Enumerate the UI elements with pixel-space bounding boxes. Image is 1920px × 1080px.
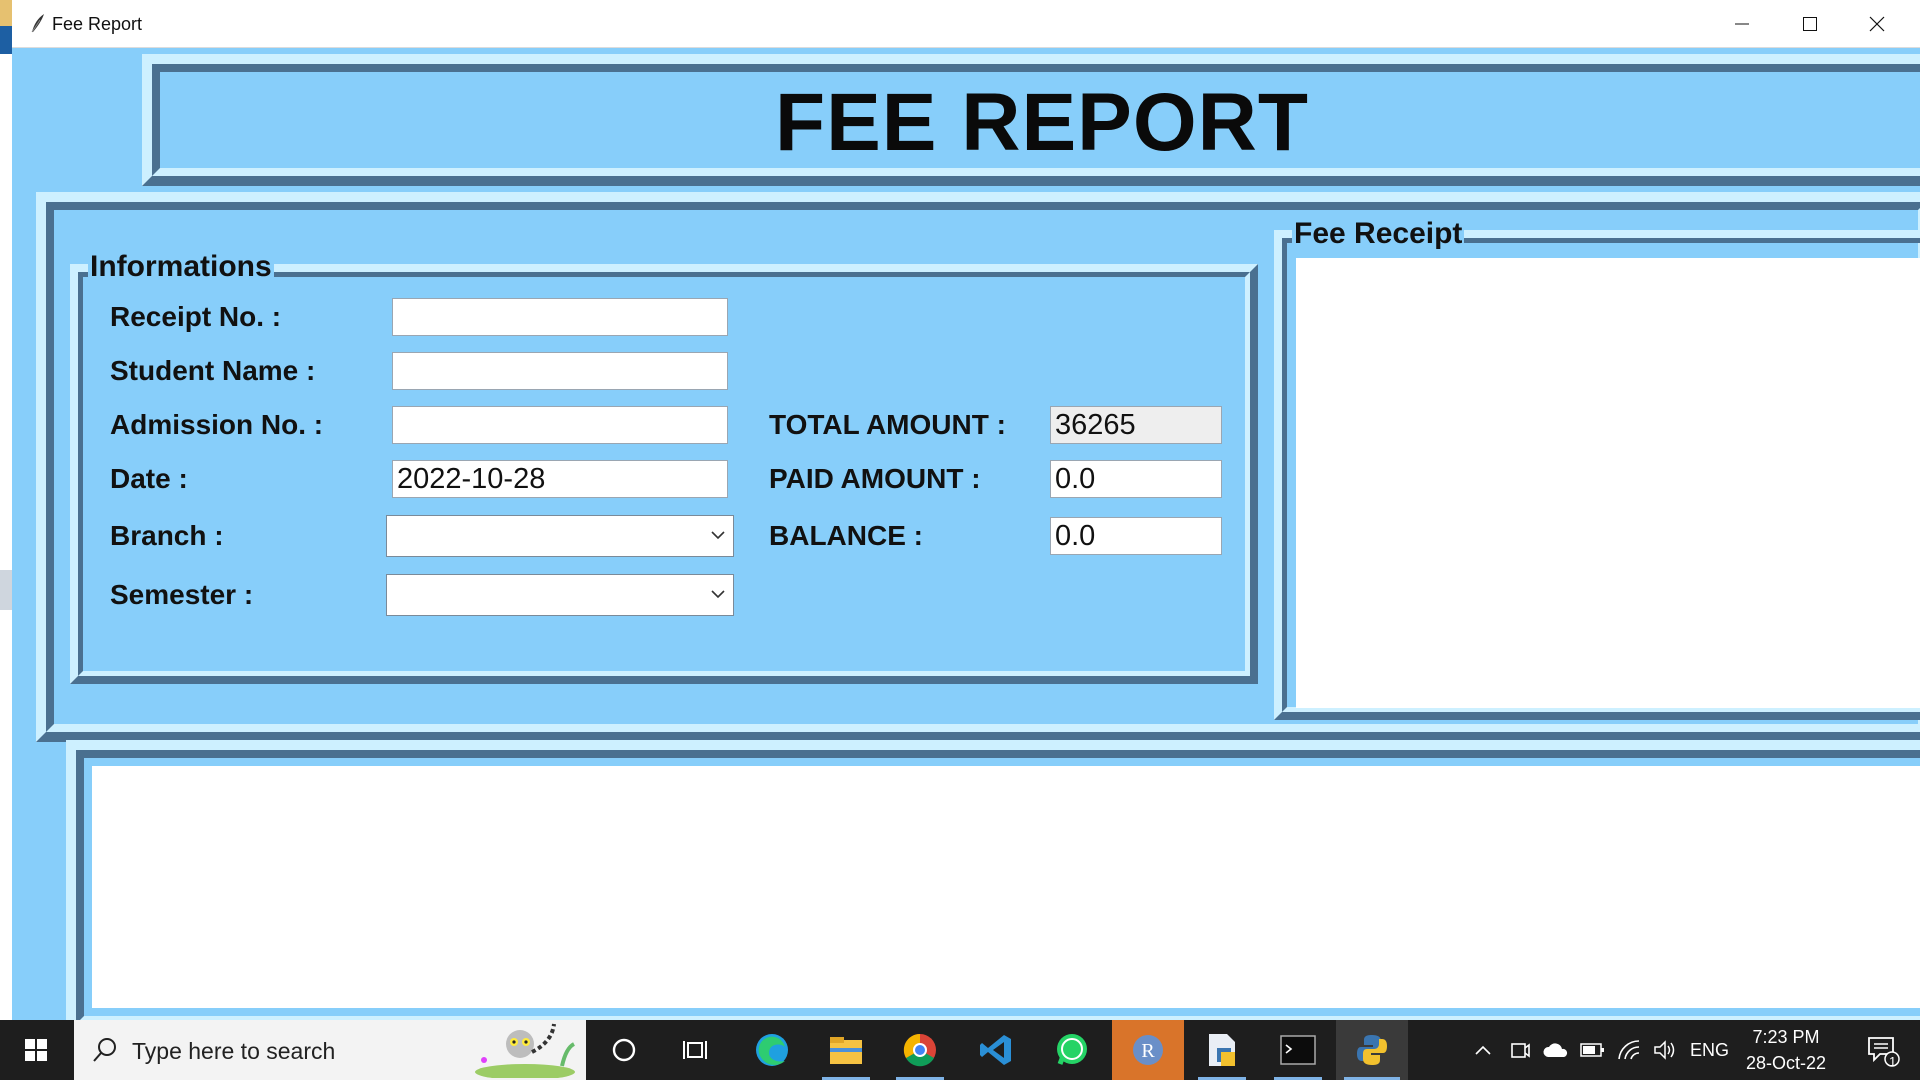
speaker-icon [1654, 1040, 1675, 1060]
onedrive-cloud-icon [1543, 1043, 1568, 1057]
close-icon [1869, 16, 1885, 31]
tk-feather-icon [31, 14, 44, 33]
r-app-taskbar-button[interactable]: R [1112, 1020, 1184, 1080]
maximize-button[interactable] [1777, 0, 1843, 47]
semester-dropdown[interactable] [386, 574, 734, 616]
task-view-button[interactable] [660, 1020, 732, 1080]
start-button[interactable] [0, 1020, 72, 1080]
maximize-icon [1803, 16, 1817, 31]
page-title: FEE REPORT [775, 77, 1309, 168]
fee-receipt-title: Fee Receipt [1292, 217, 1465, 250]
python-file-taskbar-button[interactable] [1186, 1020, 1258, 1080]
fee-receipt-textbox[interactable] [1296, 258, 1920, 708]
battery-button[interactable] [1576, 1020, 1610, 1080]
branch-label: Branch : [110, 520, 224, 551]
title-bar[interactable]: Fee Report [12, 0, 1920, 48]
total-amount-field: 36265 [1050, 406, 1222, 444]
notification-count-badge: 1 [1889, 1054, 1897, 1069]
minimize-icon [1735, 23, 1749, 24]
windows-logo-icon [25, 1039, 47, 1061]
paid-amount-label: PAID AMOUNT : [769, 463, 981, 494]
chrome-taskbar-button[interactable] [884, 1020, 956, 1080]
admission-no-label: Admission No. : [110, 409, 324, 440]
date-label: Date : [110, 463, 188, 494]
paid-amount-input[interactable]: 0.0 [1050, 460, 1222, 498]
cortana-icon [612, 1038, 636, 1062]
close-button[interactable] [1844, 0, 1910, 47]
notifications-button[interactable]: 1 [1856, 1020, 1910, 1080]
edge-taskbar-button[interactable] [736, 1020, 808, 1080]
lemur-illustration-icon [475, 1023, 576, 1078]
chevron-down-icon [711, 590, 725, 599]
chevron-up-icon [1475, 1045, 1491, 1055]
date-input[interactable]: 2022-10-28 [392, 460, 728, 498]
volume-button[interactable] [1648, 1020, 1682, 1080]
svg-text:R: R [1141, 1040, 1155, 1062]
python-icon [1357, 1035, 1387, 1065]
balance-field[interactable]: 0.0 [1050, 517, 1222, 555]
informations-title: Informations [88, 250, 274, 283]
wifi-button[interactable] [1612, 1020, 1646, 1080]
show-hidden-icons-button[interactable] [1468, 1020, 1498, 1080]
records-table-area[interactable] [92, 766, 1920, 1008]
receipt-no-input[interactable] [392, 298, 728, 336]
admission-no-input[interactable] [392, 406, 728, 444]
window-client-area: FEE REPORT Informations Receipt No. : St… [12, 48, 1920, 1020]
semester-label: Semester : [110, 579, 254, 610]
battery-icon [1580, 1043, 1604, 1057]
student-name-input[interactable] [392, 352, 728, 390]
branch-dropdown[interactable] [386, 515, 734, 557]
input-language-indicator[interactable]: ENG [1690, 1040, 1729, 1061]
meet-now-icon [1511, 1043, 1530, 1058]
terminal-icon [1280, 1035, 1316, 1065]
chevron-down-icon [711, 531, 725, 540]
balance-label: BALANCE : [769, 520, 923, 551]
wifi-icon [1618, 1040, 1640, 1060]
meet-now-button[interactable] [1504, 1020, 1536, 1080]
receipt-no-label: Receipt No. : [110, 301, 282, 332]
vscode-taskbar-button[interactable] [960, 1020, 1032, 1080]
r-app-icon: R [1133, 1035, 1163, 1065]
python-taskbar-button[interactable] [1336, 1020, 1408, 1080]
fee-report-window: Fee Report FEE REPORT Informations Recei… [12, 0, 1920, 1020]
search-placeholder: Type here to search [132, 1038, 336, 1064]
vscode-icon [980, 1035, 1011, 1065]
folder-icon [830, 1037, 862, 1064]
terminal-taskbar-button[interactable] [1262, 1020, 1334, 1080]
python-file-icon [1209, 1034, 1235, 1066]
taskbar-search-box[interactable]: Type here to search [74, 1020, 586, 1080]
clock-date: 28-Oct-22 [1745, 1053, 1827, 1073]
cortana-button[interactable] [588, 1020, 660, 1080]
desktop-background-strip [0, 0, 12, 1020]
student-name-label: Student Name : [110, 355, 316, 386]
task-view-icon [683, 1041, 707, 1059]
whatsapp-icon [1057, 1034, 1087, 1065]
chrome-browser-icon [903, 1033, 936, 1067]
window-title: Fee Report [52, 14, 143, 34]
minimize-button[interactable] [1709, 0, 1775, 47]
header-frame: FEE REPORT [142, 54, 1920, 186]
clock[interactable]: 7:23 PM 28-Oct-22 [1730, 1024, 1842, 1076]
onedrive-button[interactable] [1538, 1020, 1574, 1080]
taskbar: Type here to search R ENG 7:23 PM 28-Oct… [0, 1020, 1920, 1080]
search-icon [93, 1038, 116, 1062]
clock-time: 7:23 PM [1752, 1027, 1820, 1047]
whatsapp-taskbar-button[interactable] [1036, 1020, 1108, 1080]
file-explorer-taskbar-button[interactable] [810, 1020, 882, 1080]
total-amount-label: TOTAL AMOUNT : [769, 409, 1006, 440]
edge-browser-icon [756, 1034, 788, 1066]
